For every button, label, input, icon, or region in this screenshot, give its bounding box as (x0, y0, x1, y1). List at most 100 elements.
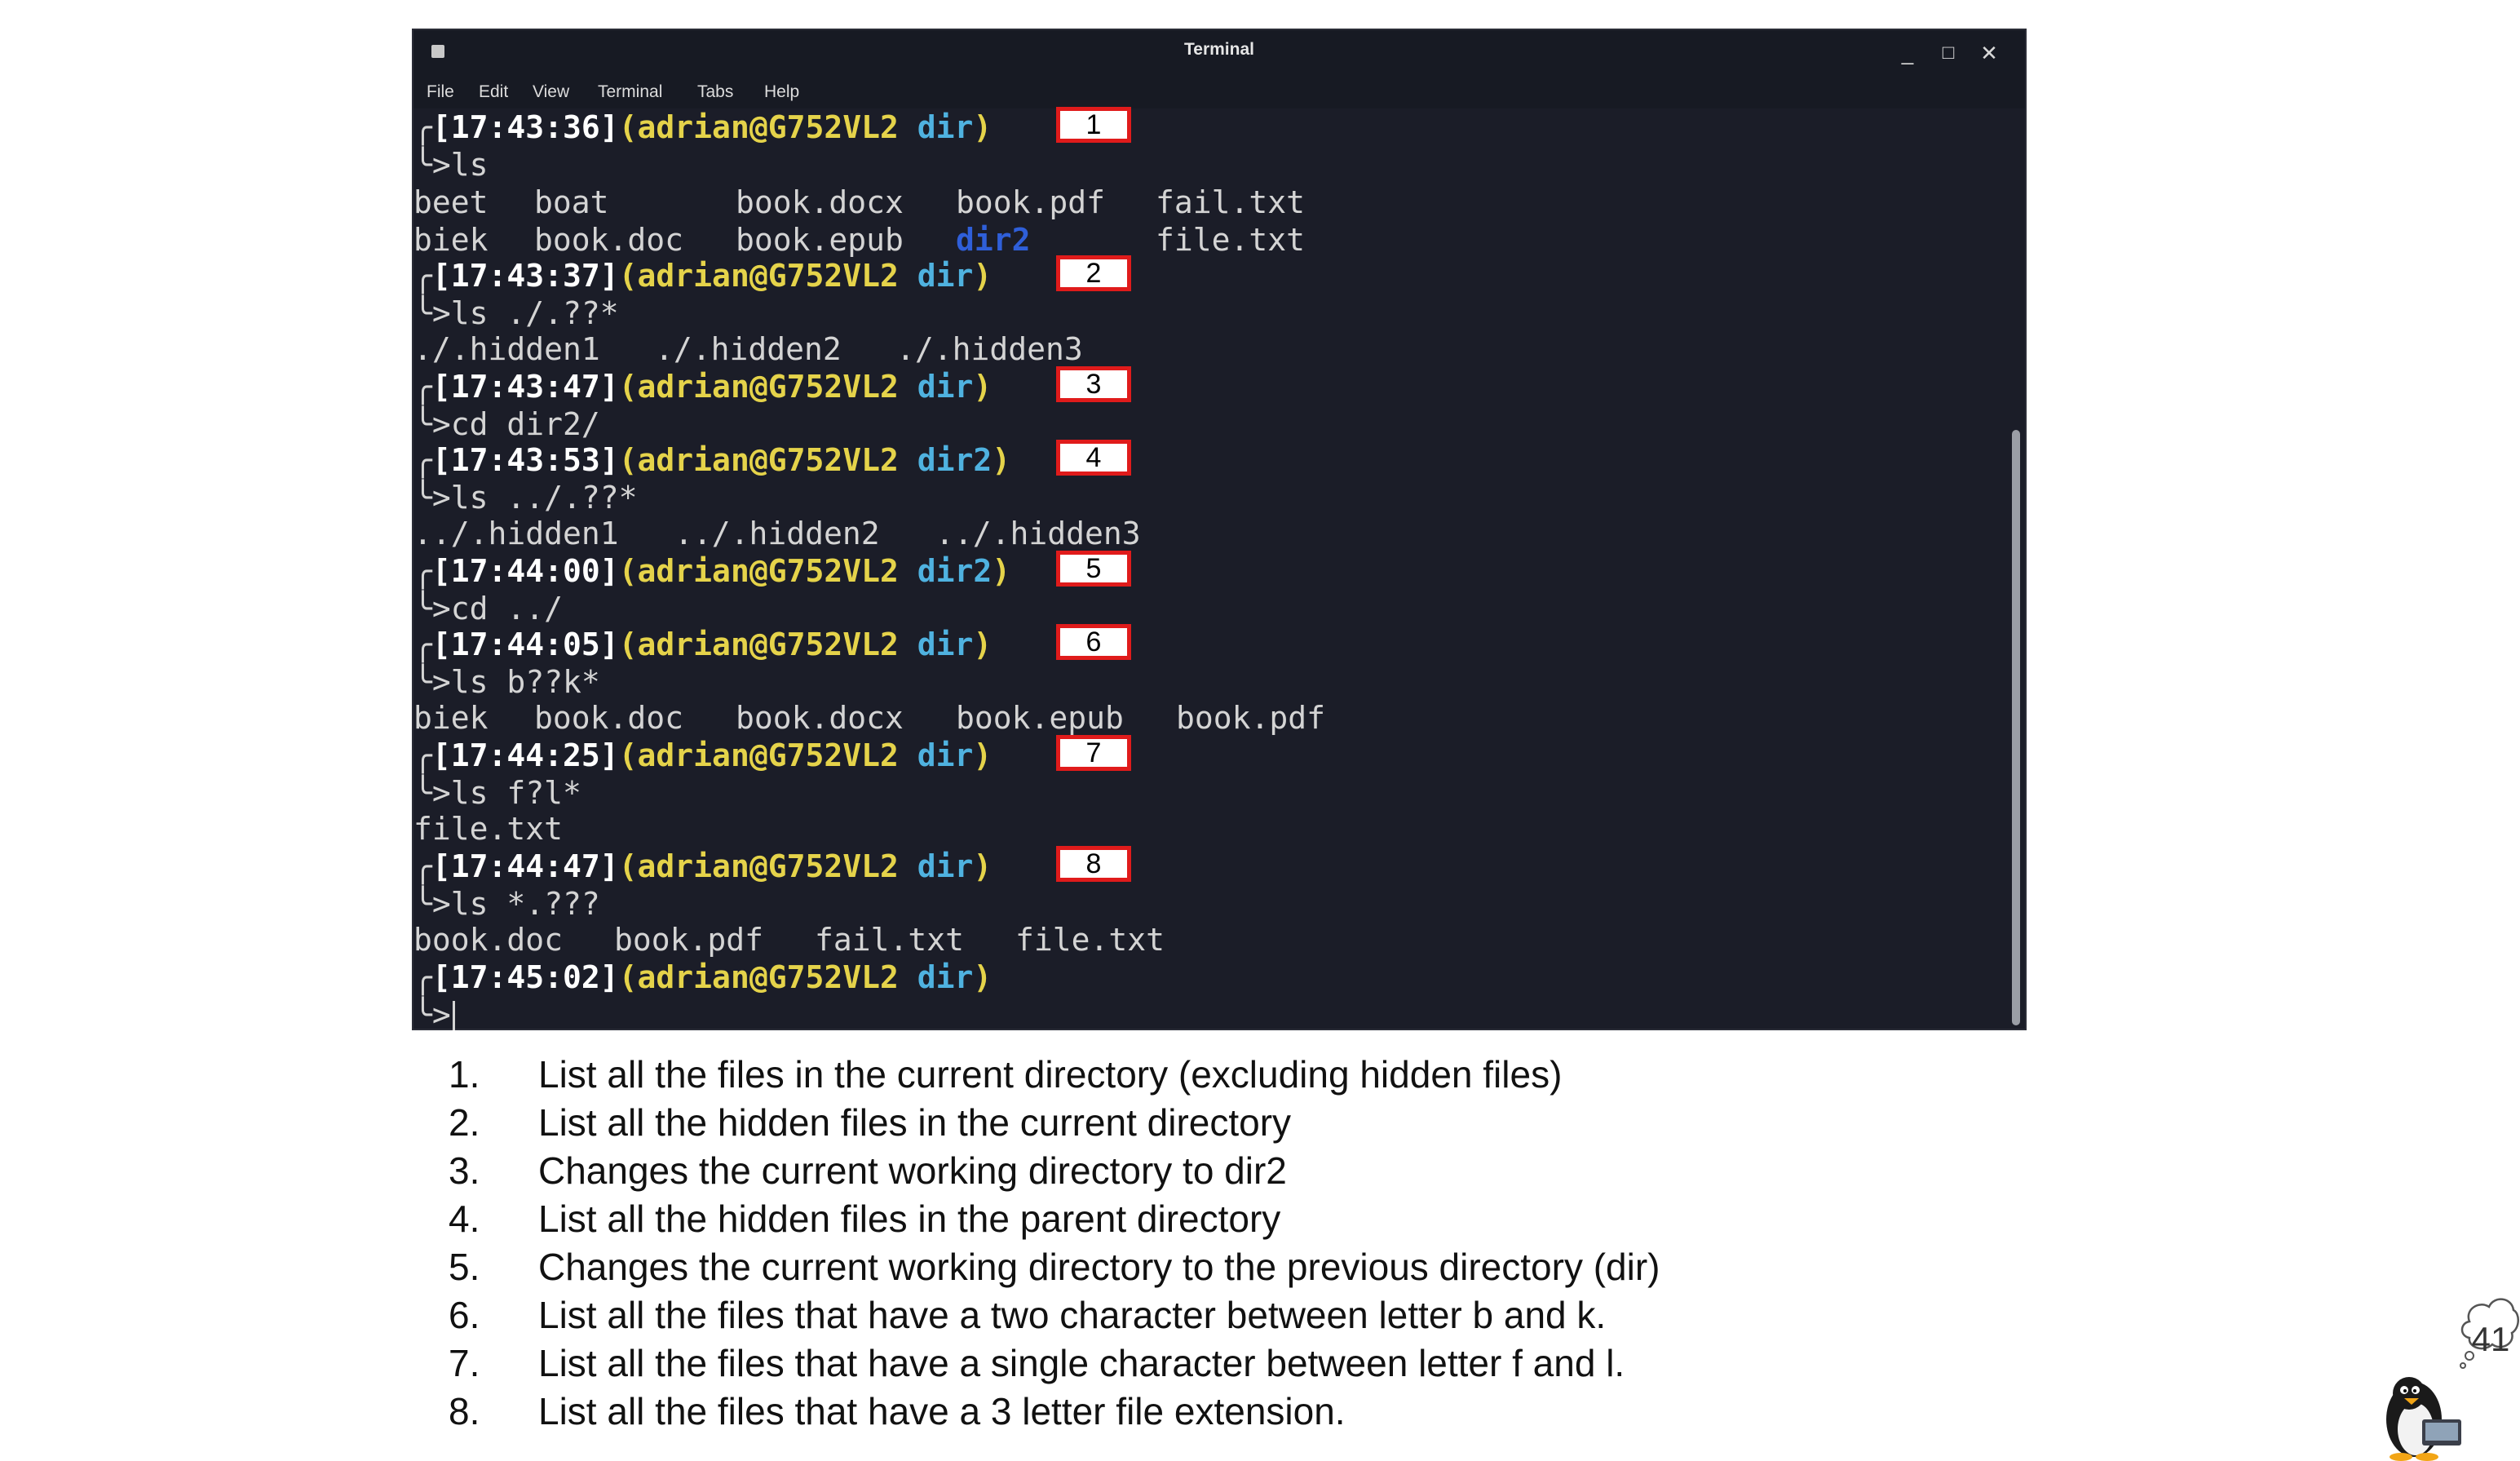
menu-view[interactable]: View (533, 82, 569, 102)
command-line: ╰>cd ../ (413, 590, 563, 627)
terminal-titlebar[interactable]: Terminal _ □ ✕ (413, 30, 2025, 76)
command-text: ls (450, 147, 489, 183)
prompt-time: [17:44:47] (431, 848, 619, 884)
list-item: 4. List all the hidden files in the paren… (449, 1197, 1998, 1245)
explanation-list: 1. List all the files in the current dire… (449, 1052, 1998, 1437)
prompt-cwd: dir (917, 109, 974, 145)
output-item: fail.txt (1156, 184, 1306, 220)
prompt-corner-top: ╭ (413, 737, 432, 773)
prompt-cwd: dir (917, 959, 974, 995)
prompt-line: ╭[17:44:05](adrian@G752VL2 dir) (413, 626, 993, 662)
prompt-line: ╭[17:44:00](adrian@G752VL2 dir2) (413, 553, 1011, 589)
output-item: fail.txt (815, 922, 965, 958)
output-item: file.txt (413, 811, 564, 847)
prompt-time: [17:43:47] (431, 369, 619, 405)
list-text: List all the hidden files in the parent … (538, 1198, 1281, 1240)
prompt-host: (adrian@G752VL2 (618, 369, 899, 405)
prompt-corner-top: ╭ (413, 959, 432, 995)
menu-terminal[interactable]: Terminal (598, 82, 662, 102)
prompt-corner-bottom: ╰ (413, 775, 432, 811)
terminal-window[interactable]: Terminal _ □ ✕ File Edit View Terminal T… (412, 29, 2027, 1033)
callout-badge: 7 (1056, 735, 1131, 771)
output-item: book.docx (736, 184, 904, 220)
scrollbar-thumb[interactable] (2012, 430, 2020, 1025)
prompt-time: [17:45:02] (431, 959, 619, 995)
command-line: ╰>ls ./.??* (413, 294, 619, 332)
list-number: 8. (449, 1390, 480, 1432)
list-text: List all the files that have a single ch… (538, 1342, 1625, 1384)
list-text: List all the files that have a 3 letter … (538, 1390, 1346, 1432)
list-number: 6. (449, 1294, 480, 1336)
list-number: 2. (449, 1101, 480, 1144)
prompt-time: [17:43:53] (431, 442, 619, 478)
maximize-button[interactable]: □ (1932, 37, 1965, 69)
prompt-corner-bottom: ╰ (413, 406, 432, 442)
prompt-host: (adrian@G752VL2 (618, 959, 899, 995)
prompt-arrow: > (431, 591, 451, 626)
prompt-host: (adrian@G752VL2 (618, 737, 899, 773)
prompt-time: [17:43:36] (431, 109, 619, 145)
prompt-corner-bottom: ╰ (413, 664, 432, 700)
list-item: 3. Changes the current working directory … (449, 1149, 1998, 1197)
prompt-corner-top: ╭ (413, 553, 432, 589)
close-button[interactable]: ✕ (1973, 37, 2005, 69)
output-item: ../.hidden1 (413, 516, 619, 551)
list-text: Changes the current working directory to… (538, 1149, 1287, 1192)
output-line: ./.hidden1 ./.hidden2 ./.hidden3 (413, 330, 1083, 368)
callout-badge: 6 (1056, 624, 1131, 660)
list-number: 5. (449, 1246, 480, 1288)
callout-badge: 8 (1056, 846, 1131, 882)
output-item: ../.hidden2 (674, 516, 880, 551)
prompt-corner-bottom: ╰ (413, 997, 432, 1033)
prompt-arrow: > (431, 664, 451, 700)
output-item-directory: dir2 (956, 222, 1031, 258)
window-title: Terminal (1184, 40, 1254, 59)
list-number: 7. (449, 1342, 480, 1384)
output-item: book.doc (534, 222, 684, 258)
command-line: ╰>ls f?l* (413, 774, 581, 812)
menu-edit[interactable]: Edit (479, 82, 508, 102)
menu-bar: File Edit View Terminal Tabs Help (413, 76, 2025, 108)
list-text: List all the files in the current direct… (538, 1053, 1563, 1096)
minimize-button[interactable]: _ (1891, 37, 1924, 69)
output-item: biek (413, 700, 489, 736)
penguin-mascot-icon (2386, 1298, 2519, 1461)
prompt-cwd: dir (917, 258, 974, 294)
command-text: cd dir2/ (450, 406, 600, 442)
prompt-cwd: dir2 (917, 442, 993, 478)
prompt-arrow: > (431, 997, 451, 1033)
output-item: book.epub (736, 222, 904, 258)
output-line: biek book.doc book.epub dir2 file.txt (413, 221, 1305, 259)
prompt-arrow: > (431, 886, 451, 922)
prompt-corner-top: ╭ (413, 848, 432, 884)
prompt-host: (adrian@G752VL2 (618, 626, 899, 662)
list-number: 3. (449, 1149, 480, 1192)
text-cursor (453, 1001, 455, 1030)
prompt-host: (adrian@G752VL2 (618, 553, 899, 589)
prompt-corner-bottom: ╰ (413, 480, 432, 516)
output-item: beet (413, 184, 489, 220)
callout-badge: 5 (1056, 551, 1131, 587)
terminal-output[interactable]: ╭[17:43:36](adrian@G752VL2 dir) 1 ╰>ls b… (413, 107, 2009, 1033)
menu-file[interactable]: File (427, 82, 454, 102)
list-item: 5. Changes the current working directory … (449, 1245, 1998, 1293)
prompt-corner-bottom: ╰ (413, 295, 432, 331)
output-line: book.doc book.pdf fail.txt file.txt (413, 921, 1165, 959)
output-line: beet boat book.docx book.pdf fail.txt (413, 184, 1305, 221)
command-text: ls ../.??* (450, 480, 638, 516)
menu-tabs[interactable]: Tabs (697, 82, 733, 102)
prompt-cwd: dir (917, 848, 974, 884)
list-item: 2. List all the hidden files in the curre… (449, 1100, 1998, 1149)
command-line: ╰>cd dir2/ (413, 405, 600, 443)
prompt-corner-top: ╭ (413, 109, 432, 145)
command-text: ls *.??? (450, 886, 600, 922)
prompt-arrow: > (431, 480, 451, 516)
page-number: 41 (2471, 1320, 2510, 1358)
output-item: biek (413, 222, 489, 258)
command-line-active[interactable]: ╰> (413, 996, 451, 1034)
command-line: ╰>ls *.??? (413, 885, 600, 923)
prompt-arrow: > (431, 775, 451, 811)
prompt-time: [17:44:00] (431, 553, 619, 589)
menu-help[interactable]: Help (764, 82, 799, 102)
output-line: file.txt (413, 810, 563, 848)
